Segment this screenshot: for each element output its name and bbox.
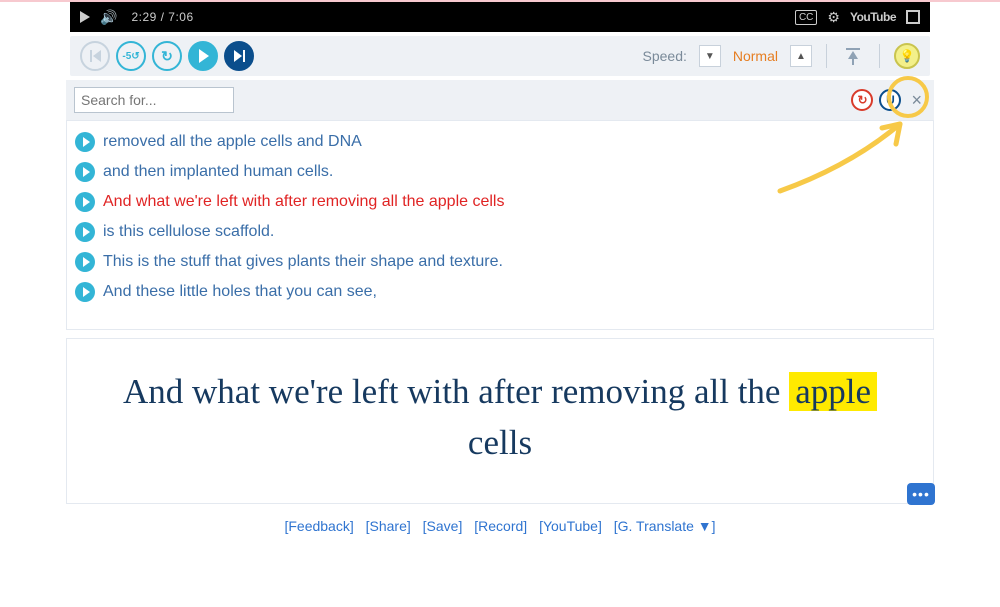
video-player-bar: 🔊 2:29 / 7:06 CC ⚙ YouTube — [70, 2, 930, 32]
line-text: is this cellulose scaffold. — [103, 223, 274, 241]
transcript-line[interactable]: removed all the apple cells and DNA — [75, 127, 923, 157]
search-input[interactable] — [74, 87, 234, 113]
transcript-line[interactable]: and then implanted human cells. — [75, 157, 923, 187]
line-text: And what we're left with after removing … — [103, 193, 504, 211]
line-play-icon[interactable] — [75, 192, 95, 212]
close-icon[interactable]: × — [911, 90, 922, 111]
record-link[interactable]: [Record] — [474, 518, 527, 534]
caption-suffix: cells — [468, 423, 532, 462]
search-bar: ↻ U × — [66, 80, 934, 120]
caption-highlight: apple — [789, 372, 877, 411]
hint-bulb-button[interactable]: 💡 — [894, 43, 920, 69]
translate-link[interactable]: [G. Translate ▼] — [614, 518, 716, 534]
transcript-line[interactable]: This is the stuff that gives plants thei… — [75, 247, 923, 277]
transcript-line[interactable]: And these little holes that you can see, — [75, 277, 923, 307]
share-link[interactable]: [Share] — [366, 518, 411, 534]
line-text: removed all the apple cells and DNA — [103, 133, 362, 151]
line-play-icon[interactable] — [75, 132, 95, 152]
line-text: This is the stuff that gives plants thei… — [103, 253, 503, 271]
line-play-icon[interactable] — [75, 222, 95, 242]
feedback-link[interactable]: [Feedback] — [284, 518, 353, 534]
save-link[interactable]: [Save] — [423, 518, 463, 534]
transcript-list[interactable]: removed all the apple cells and DNA and t… — [67, 121, 933, 329]
line-play-icon[interactable] — [75, 162, 95, 182]
playback-controls: -5↺ ↻ Speed: ▼ Normal ▲ 💡 — [70, 36, 930, 76]
cc-icon[interactable]: CC — [795, 10, 817, 25]
video-time: 2:29 / 7:06 — [131, 10, 193, 24]
play-icon[interactable] — [80, 11, 90, 23]
u-badge[interactable]: U — [879, 89, 901, 111]
replay-button[interactable]: ↻ — [152, 41, 182, 71]
footer-links: [Feedback] [Share] [Save] [Record] [YouT… — [0, 518, 1000, 534]
volume-icon[interactable]: 🔊 — [100, 9, 117, 26]
chat-icon[interactable]: ••• — [907, 483, 935, 505]
reset-badge[interactable]: ↻ — [851, 89, 873, 111]
scroll-top-button[interactable] — [841, 44, 865, 68]
transcript-line[interactable]: is this cellulose scaffold. — [75, 217, 923, 247]
speed-label: Speed: — [643, 48, 687, 64]
line-text: And these little holes that you can see, — [103, 283, 377, 301]
prev-button[interactable] — [80, 41, 110, 71]
line-text: and then implanted human cells. — [103, 163, 333, 181]
speed-value: Normal — [733, 48, 778, 64]
youtube-link[interactable]: [YouTube] — [539, 518, 602, 534]
speed-down-button[interactable]: ▼ — [699, 45, 721, 67]
gear-icon[interactable]: ⚙ — [827, 9, 840, 26]
transcript-line[interactable]: And what we're left with after removing … — [75, 187, 923, 217]
transcript-panel: removed all the apple cells and DNA and t… — [66, 120, 934, 330]
play-button[interactable] — [188, 41, 218, 71]
next-button[interactable] — [224, 41, 254, 71]
caption-prefix: And what we're left with after removing … — [123, 372, 789, 411]
speed-up-button[interactable]: ▲ — [790, 45, 812, 67]
line-play-icon[interactable] — [75, 282, 95, 302]
rewind-5-button[interactable]: -5↺ — [116, 41, 146, 71]
fullscreen-icon[interactable] — [906, 10, 920, 24]
caption-box: And what we're left with after removing … — [66, 338, 934, 504]
line-play-icon[interactable] — [75, 252, 95, 272]
youtube-logo[interactable]: YouTube — [850, 10, 896, 24]
